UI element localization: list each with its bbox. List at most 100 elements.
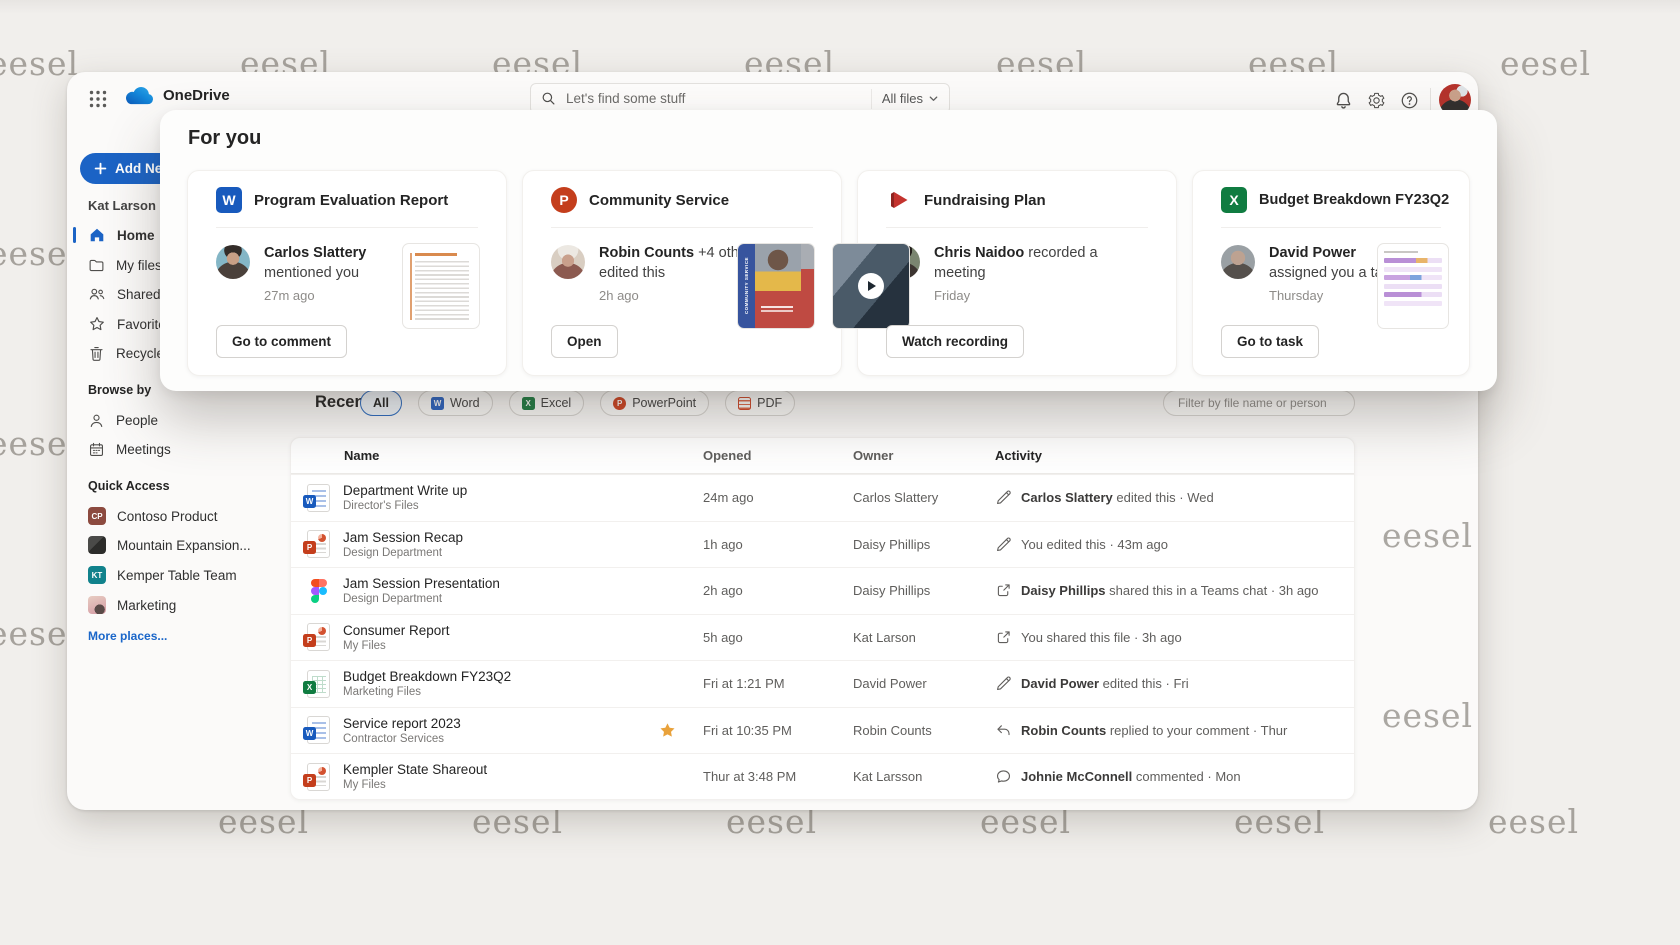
edit-pencil-icon xyxy=(995,675,1012,692)
sidebar-item-mountain-expansion[interactable]: Mountain Expansion... xyxy=(88,531,251,559)
filter-pill-powerpoint[interactable]: P PowerPoint xyxy=(600,390,709,416)
filter-pill-pdf[interactable]: PDF xyxy=(725,390,795,416)
table-row[interactable]: P Jam Session Recap Design Department 1h… xyxy=(291,521,1354,568)
spreadsheet-thumbnail xyxy=(1377,243,1449,329)
owner-cell: Carlos Slattery xyxy=(837,490,995,505)
filter-by-name-input[interactable] xyxy=(1176,395,1342,411)
search-scope-label: All files xyxy=(882,91,923,106)
comment-icon xyxy=(995,768,1012,785)
sidebar-item-shared[interactable]: Shared xyxy=(88,280,161,308)
sidebar-item-marketing[interactable]: Marketing xyxy=(88,591,176,619)
star-icon xyxy=(88,315,106,333)
column-header-owner[interactable]: Owner xyxy=(837,448,995,463)
table-row[interactable]: W Service report 2023 Contractor Service… xyxy=(291,707,1354,754)
for-you-card-fundraising-plan[interactable]: Fundraising Plan Chris Naidoo recorded a… xyxy=(857,170,1177,376)
chevron-down-icon xyxy=(928,93,939,104)
opened-cell: 1h ago xyxy=(687,537,837,552)
filter-pill-all[interactable]: All xyxy=(360,390,402,416)
table-row[interactable]: P Consumer Report My Files 5h ago Kat La… xyxy=(291,614,1354,661)
app-launcher-waffle-icon[interactable] xyxy=(87,88,109,110)
file-name: Jam Session Recap xyxy=(343,530,463,545)
owner-cell: Daisy Phillips xyxy=(837,583,995,598)
file-location: Contractor Services xyxy=(343,733,461,745)
sidebar-item-label: Contoso Product xyxy=(117,509,218,524)
filter-pill-excel[interactable]: X Excel xyxy=(509,390,585,416)
filter-label: PDF xyxy=(757,396,782,410)
sidebar-item-label: People xyxy=(116,413,158,428)
go-to-comment-button[interactable]: Go to comment xyxy=(216,325,347,358)
opened-cell: Fri at 1:21 PM xyxy=(687,676,837,691)
filter-pill-word[interactable]: W Word xyxy=(418,390,493,416)
search-input[interactable] xyxy=(564,90,871,107)
table-row[interactable]: X Budget Breakdown FY23Q2 Marketing File… xyxy=(291,660,1354,707)
video-thumbnail xyxy=(832,243,910,329)
powerpoint-file-icon: P xyxy=(307,530,330,558)
sidebar-item-label: Shared xyxy=(117,287,161,302)
table-row[interactable]: Jam Session Presentation Design Departme… xyxy=(291,567,1354,614)
sidebar-user-name: Kat Larson xyxy=(88,198,156,213)
for-you-card-program-evaluation[interactable]: W Program Evaluation Report Carlos Slatt… xyxy=(187,170,507,376)
for-you-card-budget-breakdown[interactable]: X Budget Breakdown FY23Q2 David Power as… xyxy=(1192,170,1470,376)
share-icon xyxy=(995,629,1012,646)
sidebar-item-home[interactable]: Home xyxy=(88,221,155,249)
filter-label: PowerPoint xyxy=(632,396,696,410)
trash-icon xyxy=(88,345,105,362)
word-file-icon: W xyxy=(307,484,330,512)
search-scope-dropdown[interactable]: All files xyxy=(871,89,939,109)
filter-by-name-input-wrap xyxy=(1163,390,1355,416)
table-row[interactable]: W Department Write up Director's Files 2… xyxy=(291,474,1354,521)
file-name: Service report 2023 xyxy=(343,716,461,731)
sidebar-item-kemper-table-team[interactable]: KT Kemper Table Team xyxy=(88,561,237,589)
watermark: eesel xyxy=(1382,516,1473,555)
header-divider xyxy=(1430,88,1431,112)
help-icon[interactable] xyxy=(1399,90,1419,110)
owner-cell: Daisy Phillips xyxy=(837,537,995,552)
sidebar-item-label: Mountain Expansion... xyxy=(117,538,251,553)
opened-cell: Thur at 3:48 PM xyxy=(687,769,837,784)
sidebar-item-people[interactable]: People xyxy=(88,406,158,434)
file-location: My Files xyxy=(343,640,450,652)
sidebar-item-label: Meetings xyxy=(116,442,171,457)
team-tile-kemper: KT xyxy=(88,566,106,584)
sidebar-item-meetings[interactable]: Meetings xyxy=(88,435,171,463)
word-icon: W xyxy=(216,187,242,213)
watermark: eesel xyxy=(1488,802,1579,841)
onedrive-brand[interactable]: OneDrive xyxy=(123,84,230,107)
file-name: Jam Session Presentation xyxy=(343,576,500,591)
more-places-link[interactable]: More places... xyxy=(88,629,167,643)
screenshot-stage: eesel eesel eesel eesel eesel eesel eese… xyxy=(0,0,1680,945)
activity-cell: Carlos Slattery edited this · Wed xyxy=(995,489,1354,506)
opened-cell: 2h ago xyxy=(687,583,837,598)
calendar-icon xyxy=(88,441,105,458)
favorite-star-icon[interactable] xyxy=(658,721,677,740)
team-tile-mountain xyxy=(88,536,106,554)
opened-cell: 5h ago xyxy=(687,630,837,645)
watch-recording-button[interactable]: Watch recording xyxy=(886,325,1024,358)
figma-file-icon xyxy=(307,577,330,605)
open-button[interactable]: Open xyxy=(551,325,618,358)
settings-gear-icon[interactable] xyxy=(1366,90,1386,110)
sidebar-item-contoso-product[interactable]: CP Contoso Product xyxy=(88,502,218,530)
file-name: Budget Breakdown FY23Q2 xyxy=(343,669,511,684)
word-icon: W xyxy=(431,397,444,410)
owner-cell: David Power xyxy=(837,676,995,691)
product-name: OneDrive xyxy=(163,87,230,104)
column-header-opened[interactable]: Opened xyxy=(687,448,837,463)
for-you-card-community-service[interactable]: P Community Service Robin Counts +4 othe… xyxy=(522,170,842,376)
search-icon xyxy=(541,91,556,106)
for-you-panel: For you W Program Evaluation Report Carl… xyxy=(160,110,1497,391)
quick-access-heading: Quick Access xyxy=(88,479,170,493)
card-title: Fundraising Plan xyxy=(924,192,1046,209)
sidebar-item-my-files[interactable]: My files xyxy=(88,251,162,279)
filter-label: Word xyxy=(450,396,480,410)
recent-files-table: Name Opened Owner Activity W Department … xyxy=(290,437,1355,800)
notifications-bell-icon[interactable] xyxy=(1333,90,1353,110)
column-header-name[interactable]: Name xyxy=(307,448,647,463)
table-row[interactable]: P Kempler State Shareout My Files Thur a… xyxy=(291,753,1354,800)
column-header-activity[interactable]: Activity xyxy=(995,448,1354,463)
filter-label: All xyxy=(373,396,389,410)
browse-by-heading: Browse by xyxy=(88,383,151,397)
go-to-task-button[interactable]: Go to task xyxy=(1221,325,1319,358)
avatar xyxy=(216,245,250,279)
card-title: Budget Breakdown FY23Q2 xyxy=(1259,192,1449,208)
